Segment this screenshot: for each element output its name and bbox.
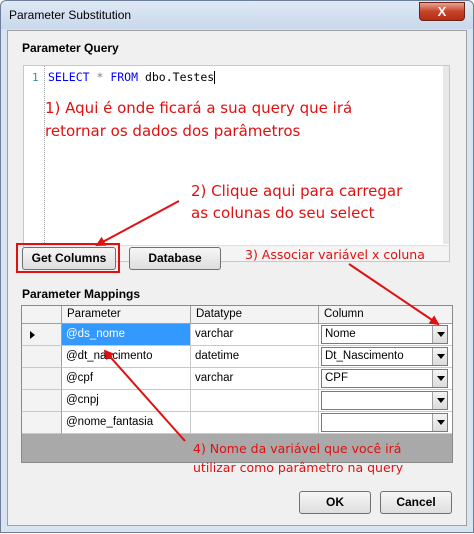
parameter-cell[interactable]: @cnpj [62,390,191,412]
grid-header: Parameter Datatype Column [22,306,452,324]
annotation-2-line-1: 2) Clique aqui para carregar [191,182,403,200]
annotation-2-line-2: as colunas do seu select [191,204,375,222]
query-vertical-scrollbar[interactable] [443,66,449,244]
chevron-down-icon[interactable] [432,392,447,409]
column-select[interactable] [321,413,448,432]
ok-button[interactable]: OK [299,491,371,514]
parameter-cell[interactable]: @dt_nascimento [62,346,191,368]
code-table: dbo.Testes [138,70,215,84]
datatype-cell[interactable] [191,412,319,434]
text-caret [214,71,216,84]
table-row[interactable]: @nome_fantasia [22,412,452,434]
column-cell: Dt_Nascimento [319,346,452,368]
row-header[interactable] [22,368,62,390]
database-button[interactable]: Database [129,247,221,270]
column-select-value: CPF [325,372,348,384]
get-columns-highlight [16,243,120,273]
annotation-4-line-2: utilizar como parâmetro na query [193,460,404,475]
keyword-from: FROM [110,70,139,84]
column-cell: CPF [319,368,452,390]
column-cell [319,390,452,412]
column-select-value: Nome [325,328,356,340]
column-header-datatype[interactable]: Datatype [191,306,319,324]
window-title: Parameter Substitution [9,8,132,22]
parameter-substitution-dialog: Parameter Substitution X Parameter Query… [0,0,474,533]
cancel-button[interactable]: Cancel [380,491,452,514]
parameter-query-label: Parameter Query [22,41,119,55]
row-header[interactable] [22,346,62,368]
table-row[interactable]: @cpf varchar CPF [22,368,452,390]
row-header-corner [22,306,62,324]
column-cell: Nome [319,324,452,346]
datatype-cell[interactable]: datetime [191,346,319,368]
table-row[interactable]: @ds_nome varchar Nome [22,324,452,346]
column-header-column[interactable]: Column [319,306,452,324]
parameter-mappings-label: Parameter Mappings [22,287,141,301]
chevron-down-icon[interactable] [432,414,447,431]
column-select[interactable]: Nome [321,325,448,344]
parameter-cell[interactable]: @nome_fantasia [62,412,191,434]
row-header[interactable] [22,412,62,434]
column-header-parameter[interactable]: Parameter [62,306,191,324]
parameter-cell[interactable]: @ds_nome [62,324,191,346]
annotation-1-line-1: 1) Aqui é onde ficará a sua query que ir… [45,99,353,117]
gutter-separator [44,66,45,261]
table-row[interactable]: @dt_nascimento datetime Dt_Nascimento [22,346,452,368]
datatype-cell[interactable]: varchar [191,324,319,346]
column-select[interactable]: Dt_Nascimento [321,347,448,366]
row-header[interactable] [22,390,62,412]
annotation-3: 3) Associar variável x coluna [245,247,425,262]
row-header[interactable] [22,324,62,346]
column-select[interactable] [321,391,448,410]
current-row-icon [30,331,35,339]
query-editor[interactable]: 1 SELECT * FROM dbo.Testes [23,65,450,262]
column-cell [319,412,452,434]
title-bar: Parameter Substitution X [1,1,473,29]
keyword-select: SELECT [48,70,90,84]
annotation-4-line-1: 4) Nome da variável que você irá [193,441,402,456]
table-row[interactable]: @cnpj [22,390,452,412]
datatype-cell[interactable] [191,390,319,412]
chevron-down-icon[interactable] [432,348,447,365]
datatype-cell[interactable]: varchar [191,368,319,390]
column-select[interactable]: CPF [321,369,448,388]
column-select-value: Dt_Nascimento [325,350,404,362]
line-number: 1 [32,71,39,84]
annotation-1-line-2: retornar os dados dos parâmetros [45,122,301,140]
code-star: * [89,70,111,84]
chevron-down-icon[interactable] [432,326,447,343]
close-button[interactable]: X [419,2,465,21]
chevron-down-icon[interactable] [432,370,447,387]
parameter-cell[interactable]: @cpf [62,368,191,390]
query-code[interactable]: SELECT * FROM dbo.Testes [48,70,216,84]
parameter-mappings-grid: Parameter Datatype Column @ds_nome varch… [21,305,453,463]
